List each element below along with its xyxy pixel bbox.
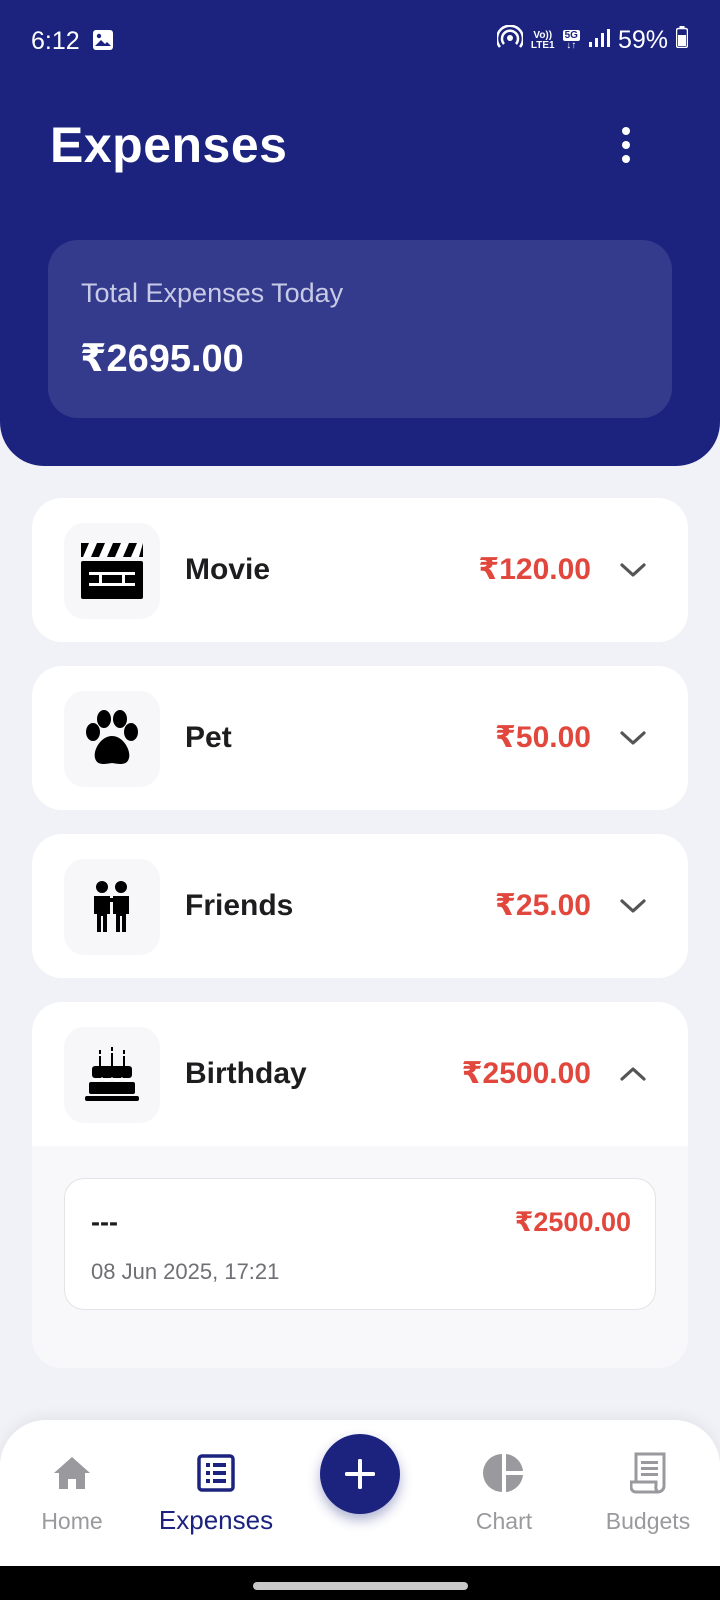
network-type: 5G ↓↑ [562, 29, 580, 51]
chevron-down-icon[interactable] [618, 558, 648, 582]
friends-icon [64, 859, 160, 955]
plus-icon [345, 1459, 375, 1489]
pie-chart-icon [434, 1450, 574, 1496]
battery-percent: 59% [617, 26, 668, 54]
nav-chart[interactable]: Chart [434, 1450, 574, 1535]
more-vert-dot [622, 155, 630, 163]
chevron-down-icon[interactable] [618, 894, 648, 918]
category-amount: ₹50.00 [495, 721, 591, 754]
entry-date: 08 Jun 2025, 17:21 [91, 1259, 280, 1284]
paw-icon [64, 691, 160, 787]
birthday-entries: --- ₹2500.00 08 Jun 2025, 17:21 [32, 1146, 688, 1368]
nav-expenses-label: Expenses [158, 1505, 274, 1535]
category-row[interactable]: Movie ₹120.00 [32, 498, 688, 642]
status-icons: Vo)) LTE1 5G ↓↑ 59% [495, 24, 689, 56]
total-expenses-card: Total Expenses Today ₹2695.00 [48, 240, 672, 418]
lte-label: LTE1 [530, 39, 555, 51]
header: 6:12 Vo)) LTE1 5G ↓↑ 59% Expenses Total … [0, 0, 720, 466]
category-name: Birthday [185, 1057, 307, 1090]
category-row[interactable]: Birthday ₹2500.00 [32, 1002, 688, 1146]
chevron-down-icon[interactable] [618, 726, 648, 750]
more-vert-icon [622, 127, 630, 135]
category-amount: ₹2500.00 [461, 1057, 591, 1090]
nav-chart-label: Chart [475, 1508, 533, 1534]
status-time: 6:12 [31, 27, 80, 55]
volte-indicator: Vo)) LTE1 [530, 30, 555, 51]
category-name: Friends [185, 889, 294, 922]
receipt-icon [578, 1450, 718, 1496]
gallery-notification-icon [92, 29, 114, 58]
home-indicator[interactable] [253, 1582, 468, 1590]
chevron-up-icon[interactable] [618, 1062, 648, 1086]
category-card-birthday[interactable]: Birthday ₹2500.00 --- ₹2500.00 08 Jun 20… [32, 1002, 688, 1368]
entry-amount: ₹2500.00 [514, 1207, 631, 1237]
entry-note: --- [91, 1207, 118, 1237]
list-alt-icon [146, 1450, 286, 1496]
birthday-cake-icon [64, 1027, 160, 1123]
category-row[interactable]: Friends ₹25.00 [32, 834, 688, 978]
nav-home-label: Home [41, 1508, 103, 1534]
clapperboard-icon [64, 523, 160, 619]
more-vert-dot [622, 141, 630, 149]
battery-icon [675, 26, 689, 55]
nav-expenses[interactable]: Expenses [146, 1450, 286, 1536]
nav-budgets-label: Budgets [605, 1508, 691, 1534]
data-arrows-icon: ↓↑ [566, 39, 577, 51]
home-icon [2, 1450, 142, 1496]
category-card-pet[interactable]: Pet ₹50.00 [32, 666, 688, 810]
total-expenses-label: Total Expenses Today [81, 278, 344, 308]
category-name: Pet [185, 721, 232, 754]
category-row[interactable]: Pet ₹50.00 [32, 666, 688, 810]
total-expenses-value: ₹2695.00 [80, 338, 244, 380]
page-title: Expenses [50, 117, 288, 173]
expense-entry[interactable]: --- ₹2500.00 08 Jun 2025, 17:21 [64, 1178, 656, 1310]
signal-icon [588, 27, 610, 55]
category-card-movie[interactable]: Movie ₹120.00 [32, 498, 688, 642]
category-amount: ₹25.00 [495, 889, 591, 922]
hotspot-icon [495, 24, 525, 56]
nav-budgets[interactable]: Budgets [578, 1450, 718, 1535]
add-expense-button[interactable] [320, 1434, 400, 1514]
category-name: Movie [185, 553, 271, 586]
nav-home[interactable]: Home [2, 1450, 142, 1535]
more-options-button[interactable] [608, 123, 644, 167]
category-amount: ₹120.00 [478, 553, 591, 586]
category-card-friends[interactable]: Friends ₹25.00 [32, 834, 688, 978]
status-bar: 6:12 Vo)) LTE1 5G ↓↑ 59% [0, 0, 720, 80]
